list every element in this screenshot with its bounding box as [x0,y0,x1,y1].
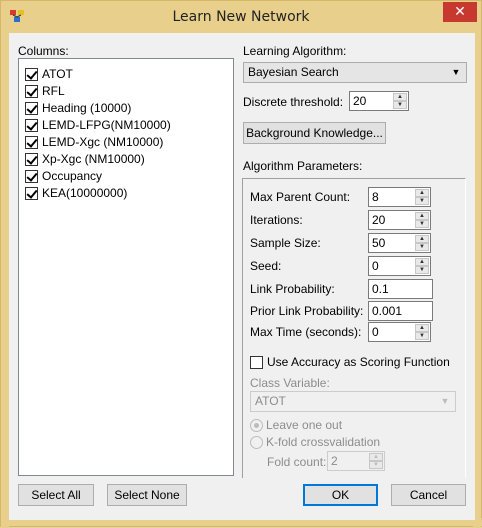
column-label: Heading (10000) [42,101,132,115]
learning-algorithm-select[interactable]: Bayesian Search ▼ [243,62,467,83]
max-time-label: Max Time (seconds): [250,325,362,339]
spin-down-icon[interactable]: ▼ [415,266,429,274]
chevron-down-icon: ▼ [451,67,461,77]
column-item[interactable]: LEMD-Xgc (NM10000) [25,134,163,150]
column-label: KEA(10000000) [42,186,128,200]
column-label: Occupancy [42,169,103,183]
kfold-label: K-fold crossvalidation [266,435,381,449]
columns-label: Columns: [18,44,69,58]
use-accuracy-checkbox[interactable] [250,355,263,369]
iterations-label: Iterations: [250,213,303,227]
spin-up-icon[interactable]: ▲ [415,235,429,243]
cancel-button[interactable]: Cancel [391,484,466,506]
iterations-value: 20 [372,213,386,227]
max-parent-count-value: 8 [372,190,379,204]
window-frame-left [1,33,9,528]
column-item[interactable]: Heading (10000) [25,100,131,116]
column-checkbox[interactable] [25,67,38,81]
prior-link-probability-label: Prior Link Probability: [250,304,364,318]
columns-list[interactable]: ATOT RFL Heading (10000) LEMD-LFPG(NM100… [18,58,234,476]
column-checkbox[interactable] [25,186,38,200]
spin-down-icon[interactable]: ▼ [415,332,429,340]
max-time-spinner[interactable]: 0 ▲ ▼ [368,322,431,342]
column-label: Xp-Xgc (NM10000) [42,152,145,166]
max-parent-count-spinner[interactable]: 8 ▲ ▼ [368,187,431,207]
max-parent-count-label: Max Parent Count: [250,190,351,204]
seed-value: 0 [372,259,379,273]
select-all-button[interactable]: Select All [18,484,94,506]
learning-algorithm-label: Learning Algorithm: [243,44,347,58]
use-accuracy-label: Use Accuracy as Scoring Function [267,355,450,369]
column-item[interactable]: Xp-Xgc (NM10000) [25,151,145,167]
column-checkbox[interactable] [25,84,38,98]
spin-down-icon[interactable]: ▼ [369,461,383,469]
background-knowledge-button[interactable]: Background Knowledge... [243,122,386,144]
fold-count-spinner[interactable]: 2 ▲ ▼ [327,451,385,471]
title-bar[interactable]: Learn New Network ✕ [1,1,481,33]
discrete-threshold-label: Discrete threshold: [243,95,344,109]
spin-down-icon[interactable]: ▼ [415,243,429,251]
column-label: ATOT [42,67,73,81]
spin-up-icon[interactable]: ▲ [369,453,383,461]
algorithm-parameters-panel: Max Parent Count: 8 ▲ ▼ Iterations: 20 ▲… [242,178,466,478]
kfold-option[interactable]: K-fold crossvalidation [250,434,380,450]
spin-up-icon[interactable]: ▲ [393,93,407,101]
sample-size-label: Sample Size: [250,236,321,250]
column-item[interactable]: Occupancy [25,168,102,184]
chevron-down-icon: ▼ [440,396,450,406]
spin-up-icon[interactable]: ▲ [415,324,429,332]
spin-down-icon[interactable]: ▼ [415,197,429,205]
window-title: Learn New Network [172,9,310,25]
spin-down-icon[interactable]: ▼ [415,220,429,228]
column-item[interactable]: KEA(10000000) [25,185,127,201]
learning-algorithm-value: Bayesian Search [248,65,339,79]
leave-one-out-label: Leave one out [266,418,343,432]
sample-size-value: 50 [372,236,386,250]
spin-up-icon[interactable]: ▲ [415,189,429,197]
column-checkbox[interactable] [25,152,38,166]
spin-up-icon[interactable]: ▲ [415,212,429,220]
prior-link-probability-input[interactable]: 0.001 [368,301,433,321]
link-probability-label: Link Probability: [250,282,335,296]
column-label: LEMD-Xgc (NM10000) [42,135,164,149]
column-label: LEMD-LFPG(NM10000) [42,118,171,132]
learn-network-dialog: Learn New Network ✕ Columns: ATOT RFL He… [0,0,482,528]
discrete-threshold-spinner[interactable]: 20 ▲ ▼ [349,91,409,111]
column-item[interactable]: LEMD-LFPG(NM10000) [25,117,171,133]
max-time-value: 0 [372,325,379,339]
use-accuracy-toggle[interactable]: Use Accuracy as Scoring Function [250,354,450,370]
class-variable-value: ATOT [255,394,286,408]
class-variable-select[interactable]: ATOT ▼ [250,391,456,412]
dialog-body: Columns: ATOT RFL Heading (10000) LEMD-L… [9,33,475,520]
column-item[interactable]: RFL [25,83,65,99]
column-checkbox[interactable] [25,135,38,149]
link-probability-input[interactable]: 0.1 [368,279,433,299]
close-icon: ✕ [454,4,466,20]
sample-size-spinner[interactable]: 50 ▲ ▼ [368,233,431,253]
algorithm-parameters-label: Algorithm Parameters: [243,159,363,173]
column-checkbox[interactable] [25,169,38,183]
column-label: RFL [42,84,65,98]
leave-one-out-radio[interactable] [250,418,263,432]
ok-button[interactable]: OK [303,484,378,506]
seed-label: Seed: [250,259,282,273]
spin-down-icon[interactable]: ▼ [393,101,407,109]
seed-spinner[interactable]: 0 ▲ ▼ [368,256,431,276]
spin-up-icon[interactable]: ▲ [415,258,429,266]
column-item[interactable]: ATOT [25,66,73,82]
fold-count-label: Fold count: [267,455,327,469]
leave-one-out-option[interactable]: Leave one out [250,417,342,433]
column-checkbox[interactable] [25,118,38,132]
select-none-button[interactable]: Select None [107,484,187,506]
fold-count-value: 2 [331,454,338,468]
discrete-threshold-value: 20 [353,94,367,108]
iterations-spinner[interactable]: 20 ▲ ▼ [368,210,431,230]
class-variable-label: Class Variable: [250,376,330,390]
column-checkbox[interactable] [25,101,38,115]
kfold-radio[interactable] [250,435,263,449]
close-button[interactable]: ✕ [443,2,477,22]
